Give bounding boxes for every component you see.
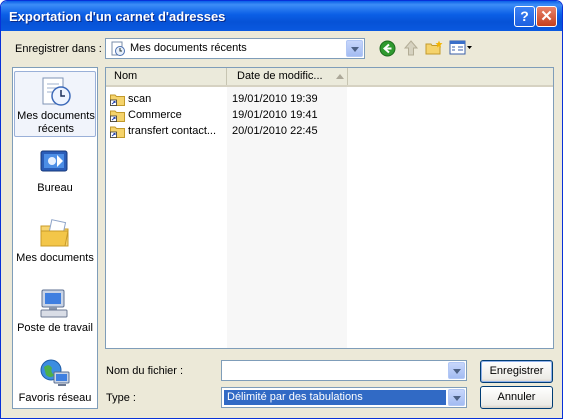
new-folder-icon[interactable] bbox=[425, 40, 443, 59]
filename-label: Nom du fichier : bbox=[106, 365, 184, 377]
sort-ascending-icon bbox=[336, 74, 344, 79]
title-bar[interactable]: Exportation d'un carnet d'adresses ? ✕ bbox=[1, 1, 562, 31]
column-header-date[interactable]: Date de modific... bbox=[227, 68, 348, 85]
file-name: scan bbox=[128, 93, 152, 105]
save-in-combo[interactable]: Mes documents récents bbox=[105, 38, 365, 59]
place-label: Mes documents bbox=[16, 252, 94, 264]
file-name: transfert contact... bbox=[128, 125, 217, 137]
chevron-down-icon[interactable] bbox=[346, 40, 363, 57]
filename-input[interactable] bbox=[224, 363, 444, 378]
folder-shortcut-icon bbox=[110, 109, 126, 122]
folder-shortcut-icon bbox=[110, 93, 126, 106]
window-title: Exportation d'un carnet d'adresses bbox=[9, 9, 226, 24]
cancel-button[interactable]: Annuler bbox=[480, 386, 553, 409]
up-folder-icon[interactable] bbox=[403, 40, 419, 60]
column-header-date-label: Date de modific... bbox=[237, 70, 323, 82]
close-button[interactable]: ✕ bbox=[536, 6, 557, 27]
save-in-label: Enregistrer dans : bbox=[15, 43, 102, 55]
place-label: Favoris réseau bbox=[18, 392, 92, 404]
save-button[interactable]: Enregistrer bbox=[480, 360, 553, 383]
places-bar: Mes documents récents Bureau Mes documen… bbox=[12, 67, 98, 409]
recent-documents-icon bbox=[39, 75, 73, 112]
folder-shortcut-icon bbox=[110, 125, 126, 138]
place-network[interactable]: Favoris réseau bbox=[14, 354, 96, 418]
back-icon[interactable] bbox=[379, 40, 396, 60]
file-name: Commerce bbox=[128, 109, 182, 121]
place-label: Poste de travail bbox=[17, 322, 93, 334]
export-dialog: Exportation d'un carnet d'adresses ? ✕ E… bbox=[0, 0, 563, 419]
file-list[interactable]: Nom Date de modific... scan 19/01/2010 1… bbox=[105, 67, 554, 349]
desktop-icon bbox=[38, 146, 72, 183]
place-label: Mes documents récents bbox=[17, 110, 95, 135]
chevron-down-icon[interactable] bbox=[448, 389, 465, 406]
filename-combo[interactable] bbox=[221, 360, 467, 381]
type-selected-value: Délimité par des tabulations bbox=[224, 390, 446, 405]
help-button[interactable]: ? bbox=[514, 6, 535, 27]
file-date: 19/01/2010 19:41 bbox=[232, 109, 318, 121]
chevron-down-icon[interactable] bbox=[448, 362, 465, 379]
type-select[interactable]: Délimité par des tabulations bbox=[221, 387, 467, 408]
column-header-name[interactable]: Nom bbox=[106, 68, 227, 85]
type-label: Type : bbox=[106, 392, 136, 404]
network-places-icon bbox=[38, 357, 72, 394]
file-date: 20/01/2010 22:45 bbox=[232, 125, 318, 137]
place-desktop[interactable]: Bureau bbox=[14, 144, 96, 210]
place-my-documents[interactable]: Mes documents bbox=[14, 214, 96, 280]
views-menu-icon[interactable] bbox=[449, 40, 473, 59]
place-my-computer[interactable]: Poste de travail bbox=[14, 284, 96, 350]
save-in-value: Mes documents récents bbox=[130, 42, 247, 54]
recent-documents-small-icon bbox=[110, 41, 126, 60]
place-recent-documents[interactable]: Mes documents récents bbox=[14, 71, 96, 137]
file-date: 19/01/2010 19:39 bbox=[232, 93, 318, 105]
my-computer-icon bbox=[38, 287, 72, 324]
place-label: Bureau bbox=[37, 182, 73, 194]
list-header: Nom Date de modific... bbox=[106, 68, 553, 87]
my-documents-icon bbox=[38, 217, 72, 254]
